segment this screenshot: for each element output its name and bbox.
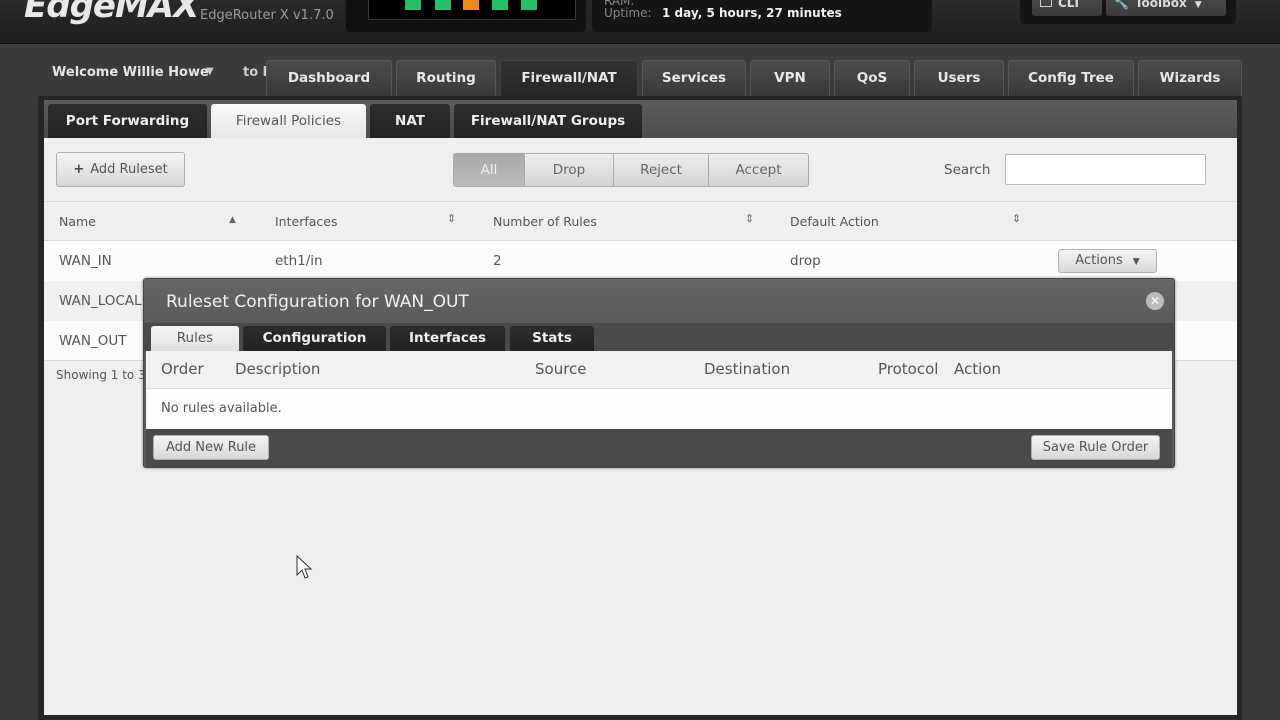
wrench-icon: 🔧 [1114,0,1129,10]
save-rule-order-button[interactable]: Save Rule Order [1031,435,1160,460]
port-status-display [368,0,576,20]
ram-percent: 20% [832,0,856,3]
ruleset-name: WAN_OUT [59,333,127,349]
port-status-panel [346,0,586,32]
router-model: EdgeRouter X v1.7.0 [200,8,334,23]
column-header-default-action[interactable]: Default Action [790,214,879,229]
column-header-protocol: Protocol [878,360,939,378]
filter-all[interactable]: All [453,153,525,187]
port-indicator [521,0,537,10]
dialog-tab-stats[interactable]: Stats [510,326,594,351]
mouse-cursor-icon [296,555,313,579]
port-indicator [405,0,421,10]
filter-drop[interactable]: Drop [524,153,614,187]
uptime-label: Uptime: [604,6,652,20]
actions-dropdown-button[interactable]: Actions ▼ [1058,249,1157,273]
column-header-source: Source [535,360,587,378]
tab-users[interactable]: Users [914,60,1004,96]
plus-icon: + [73,162,85,177]
sort-icon[interactable]: ⇕ [447,212,456,225]
rules-table-body [146,389,1172,429]
sort-ascending-icon[interactable]: ▲ [229,215,236,225]
cli-label: CLI [1058,0,1079,10]
ruleset-default-action: drop [790,253,821,269]
subtab-firewall-nat-groups[interactable]: Firewall/NAT Groups [454,104,642,138]
terminal-icon [1040,0,1052,7]
column-header-order: Order [161,360,204,378]
toolbox-label: Toolbox [1134,0,1187,10]
user-menu[interactable]: Welcome Willie Howe [52,65,209,80]
ruleset-rule-count: 2 [493,253,502,269]
tab-vpn[interactable]: VPN [750,60,830,96]
subtab-nat[interactable]: NAT [370,104,450,138]
add-ruleset-label: Add Ruleset [90,162,168,177]
tab-routing[interactable]: Routing [396,60,496,96]
chevron-down-icon: ▼ [1194,0,1202,10]
column-header-interfaces[interactable]: Interfaces [275,214,337,229]
toolbox-button[interactable]: 🔧 Toolbox ▼ [1106,0,1226,16]
column-header-number-of-rules[interactable]: Number of Rules [493,214,597,229]
add-ruleset-button[interactable]: + Add Ruleset [56,152,185,187]
tab-config-tree[interactable]: Config Tree [1008,60,1134,96]
close-icon[interactable]: ✕ [1146,292,1164,310]
tab-firewall-nat[interactable]: Firewall/NAT [500,60,638,96]
ruleset-config-dialog: Ruleset Configuration for WAN_OUT ✕ Rule… [143,278,1175,468]
uptime-value: 1 day, 5 hours, 27 minutes [662,6,842,20]
column-header-destination: Destination [704,360,791,378]
filter-accept[interactable]: Accept [708,153,809,187]
cli-button[interactable]: CLI [1032,0,1102,16]
port-indicator [492,0,508,10]
tab-wizards[interactable]: Wizards [1138,60,1242,96]
tools-panel: CLI 🔧 Toolbox ▼ [1020,0,1236,24]
tab-services[interactable]: Services [642,60,746,96]
tab-qos[interactable]: QoS [834,60,910,96]
port-indicator [435,0,451,10]
add-new-rule-button[interactable]: Add New Rule [153,435,269,460]
divider [44,201,1237,202]
pagination-info: Showing 1 to 3 [56,368,146,382]
dialog-title: Ruleset Configuration for WAN_OUT [166,292,469,312]
column-header-name[interactable]: Name [59,214,96,229]
search-input[interactable] [1005,154,1206,185]
subtab-port-forwarding[interactable]: Port Forwarding [48,104,207,138]
dialog-tab-configuration[interactable]: Configuration [243,326,386,351]
column-header-description: Description [235,360,321,378]
top-bar: EdgeMAX EdgeRouter X v1.7.0 RAM: 20% Upt… [0,0,1280,44]
chevron-down-icon[interactable]: ▼ [206,66,214,77]
dialog-footer [146,429,1172,467]
empty-message: No rules available. [161,401,282,416]
edgemax-logo: EdgeMAX [24,0,199,26]
port-indicator [463,0,479,10]
dialog-tab-interfaces[interactable]: Interfaces [390,326,505,351]
ruleset-name: WAN_LOCAL [59,293,142,309]
tab-dashboard[interactable]: Dashboard [266,60,392,96]
dialog-tab-rules[interactable]: Rules [151,326,239,351]
column-header-action: Action [954,360,1001,378]
actions-label: Actions [1075,253,1123,268]
chevron-down-icon: ▼ [1132,257,1140,267]
filter-reject[interactable]: Reject [613,153,709,187]
search-label: Search [944,162,991,178]
system-stats: RAM: 20% Uptime: 1 day, 5 hours, 27 minu… [592,0,932,32]
sort-icon[interactable]: ⇕ [1012,212,1021,225]
ruleset-interfaces: eth1/in [275,253,323,269]
sort-icon[interactable]: ⇕ [745,212,754,225]
ruleset-name: WAN_IN [59,253,112,269]
subtab-firewall-policies[interactable]: Firewall Policies [211,104,366,138]
